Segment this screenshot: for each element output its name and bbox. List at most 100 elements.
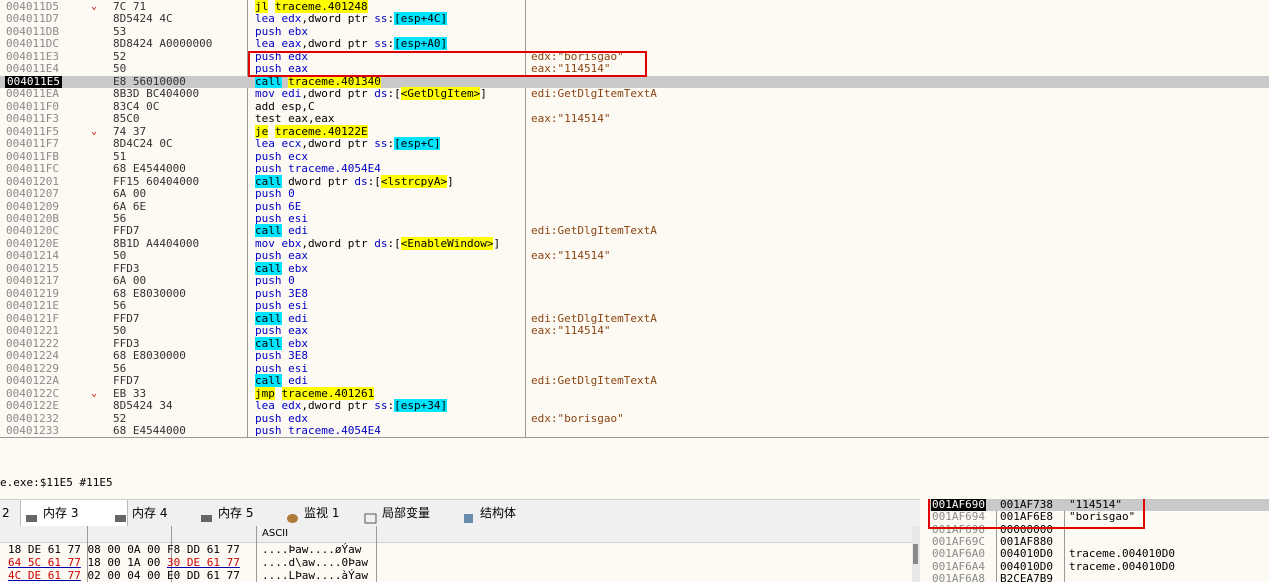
instruction-token: call <box>255 311 282 325</box>
instruction-token: test eax,eax <box>255 112 335 126</box>
memory-icon <box>25 507 38 522</box>
disasm-row[interactable]: 00401222 FFD3 call ebx <box>0 336 1269 350</box>
instruction-token: edi <box>281 374 308 388</box>
disasm-row[interactable]: 0040121E 56 push esi <box>0 299 1269 313</box>
disasm-row[interactable]: 00401232 52 push edx edx:"borisgao" <box>0 412 1269 425</box>
instruction-token: ebx <box>281 336 308 350</box>
instruction-token: ,dword ptr <box>301 12 375 26</box>
instruction-token: ,dword ptr <box>301 37 375 51</box>
dump-row[interactable]: 4C DE 61 77 02 00 04 00 E0 DD 61 77 <box>8 569 240 582</box>
jump-arrow-icon: ⌄ <box>91 125 98 137</box>
dump-row[interactable]: 18 DE 61 77 08 00 0A 00 F8 DD 61 77 <box>8 543 240 556</box>
column-separator <box>256 526 257 582</box>
instruction-token: mov <box>255 236 282 250</box>
bytes-cell: FFD7 <box>113 374 140 388</box>
address-cell: 00401207 <box>6 187 59 201</box>
instruction-cell: test eax,eax <box>255 112 335 126</box>
disasm-row[interactable]: 00401215 FFD3 call ebx <box>0 261 1269 275</box>
bytes-cell: 50 <box>113 324 127 338</box>
disasm-row[interactable]: 004011F7 8D4C24 0C lea ecx,dword ptr ss:[e… <box>0 137 1269 151</box>
address-cell: 0040121E <box>6 299 59 313</box>
memory-dump-pane[interactable]: ASCII 18 DE 61 77 08 00 0A 00 F8 DD 61 7… <box>0 526 912 582</box>
instruction-token: <GetDlgItem> <box>400 87 481 101</box>
disasm-row[interactable]: 004011EA 8B3D BC404000 mov edi,dword ptr d… <box>0 87 1269 101</box>
column-separator <box>376 526 377 582</box>
disasm-row[interactable]: 004011FC 68 E4544000 push traceme.4054E4 <box>0 162 1269 175</box>
disasm-row[interactable]: 004011F5 ⌄ 74 37 je traceme.40122E <box>0 124 1269 138</box>
instruction-token: [esp+34] <box>394 399 448 413</box>
tab-struct-6[interactable]: 结构体 <box>458 500 560 526</box>
disasm-row[interactable]: 00401214 50 push eax eax:"114514" <box>0 249 1269 263</box>
instruction-token: mov <box>255 87 282 101</box>
bytes-cell: 50 <box>113 249 127 263</box>
instruction-token: [esp+C] <box>394 137 441 151</box>
instruction-token: lea <box>255 37 282 51</box>
instruction-token: ,dword ptr <box>301 399 375 413</box>
tab-label: 结构体 <box>480 506 517 520</box>
jump-arrow-icon: ⌄ <box>91 1 98 12</box>
address-cell: 004011F3 <box>6 112 59 126</box>
disasm-row[interactable]: 00401233 68 E4544000 push traceme.4054E4 <box>0 424 1269 437</box>
disasm-row[interactable]: 00401201 FF15 60404000 call dword ptr ds:[… <box>0 174 1269 188</box>
instruction-token: :[ <box>387 236 401 250</box>
tab-label: 内存 5 <box>218 506 254 520</box>
disasm-row[interactable]: 00401221 50 push eax eax:"114514" <box>0 324 1269 338</box>
instruction-token: <lstrcpyA> <box>380 174 448 188</box>
stack-pane[interactable]: 001AF690 001AF738 "114514" 001AF694 001AF6E8… <box>928 499 1269 582</box>
stack-row[interactable]: 001AF6A8 B2CEA7B9 <box>928 571 1269 582</box>
address-cell: 004011E4 <box>6 62 59 76</box>
instruction-token: ,dword ptr <box>301 137 375 151</box>
hex-group: E0 DD 61 77 <box>166 569 240 582</box>
stack-address: 001AF6A4 <box>932 559 985 573</box>
instruction-token: ss <box>374 37 388 51</box>
disasm-row[interactable]: 00401219 68 E8030000 push 3E8 <box>0 287 1269 300</box>
tab-memory-2[interactable]: 2 <box>0 500 16 526</box>
disasm-row[interactable]: 0040122C ⌄ EB 33 jmp traceme.401261 <box>0 386 1269 400</box>
stack-row[interactable]: 001AF6A0 004010D0 traceme.004010D0 <box>928 547 1269 561</box>
address-cell: 0040122A <box>6 374 59 388</box>
stack-row[interactable]: 001AF6A4 004010D0 traceme.004010D0 <box>928 559 1269 573</box>
memory-icon <box>200 507 213 522</box>
instruction-token: lea <box>255 137 282 151</box>
dump-scrollbar[interactable] <box>912 526 920 582</box>
bytes-cell: 8D4C24 0C <box>113 137 173 151</box>
jump-arrow-icon: ⌄ <box>91 387 98 399</box>
instruction-token: edx <box>281 399 302 413</box>
disasm-row[interactable]: 004011DC 8D8424 A0000000 lea eax,dword ptr… <box>0 37 1269 51</box>
disasm-row[interactable]: 004011F0 83C4 0C add esp,C <box>0 100 1269 113</box>
disasm-row[interactable]: 0040121F FFD7 call edi edi:GetDlgItemTextA <box>0 311 1269 325</box>
instruction-token: push eax <box>255 249 308 263</box>
instruction-token: ] <box>447 174 454 188</box>
disasm-row[interactable]: 00401224 68 E8030000 push 3E8 <box>0 349 1269 362</box>
disasm-row[interactable]: 00401209 6A 6E push 6E <box>0 200 1269 213</box>
disassembly-pane[interactable]: 004011D5 ⌄ 7C 71 jl traceme.401248 004011D7 8… <box>0 0 1269 438</box>
bytes-cell: 50 <box>113 62 127 76</box>
instruction-token: push eax <box>255 324 308 338</box>
tab-label: 局部变量 <box>382 506 431 520</box>
stack-comment: traceme.004010D0 <box>1069 559 1175 573</box>
scrollbar-thumb[interactable] <box>913 544 918 564</box>
hex-group: F8 DD 61 77 <box>166 543 240 556</box>
disasm-row[interactable]: 004011F3 85C0 test eax,eax eax:"114514" <box>0 112 1269 126</box>
instruction-token: [esp+4C] <box>394 12 448 26</box>
instruction-token: ] <box>480 87 487 101</box>
disasm-row[interactable]: 004011FB 51 push ecx <box>0 150 1269 163</box>
disasm-row[interactable]: 00401207 6A 00 push 0 <box>0 187 1269 201</box>
comment-cell: edi:GetDlgItemTextA <box>531 374 657 388</box>
comment-cell: eax:"114514" <box>531 249 611 263</box>
disasm-row[interactable]: 0040122A FFD7 call edi edi:GetDlgItemTextA <box>0 374 1269 388</box>
disasm-row[interactable]: 0040120E 8B1D A4404000 mov ebx,dword ptr d… <box>0 236 1269 250</box>
disasm-row[interactable]: 004011D5 ⌄ 7C 71 jl traceme.401248 <box>0 0 1269 13</box>
disasm-row[interactable]: 004011D7 8D5424 4C lea edx,dword ptr ss:[e… <box>0 12 1269 26</box>
stack-value: 004010D0 <box>1000 559 1053 573</box>
watch-icon <box>286 507 299 523</box>
disasm-row[interactable]: 00401217 6A 00 push 0 <box>0 274 1269 287</box>
bytes-cell: 56 <box>113 299 127 313</box>
stack-address: 001AF6A8 <box>932 571 985 582</box>
address-cell: 0040122E <box>6 399 59 413</box>
stack-address: 001AF6A0 <box>932 547 985 561</box>
disasm-row[interactable]: 0040122E 8D5424 34 lea edx,dword ptr ss:[e… <box>0 399 1269 413</box>
bytes-cell: 8D8424 A0000000 <box>113 37 213 51</box>
dump-row[interactable]: 64 5C 61 77 18 00 1A 00 30 DE 61 77 <box>8 556 240 569</box>
tab-locals-5[interactable]: 局部变量 <box>360 500 472 526</box>
